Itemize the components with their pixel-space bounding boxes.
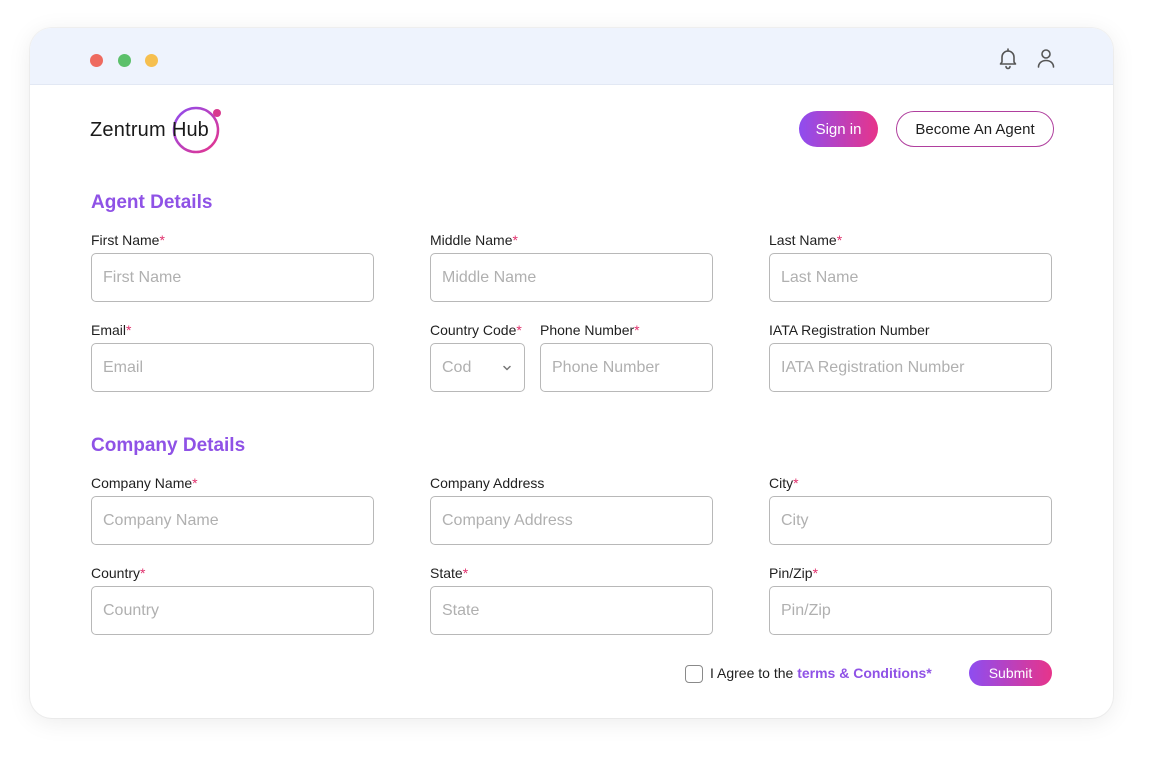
agent-details-heading: Agent Details (91, 192, 213, 213)
company-address-input[interactable] (430, 496, 713, 545)
company-address-label: Company Address (430, 475, 545, 491)
app-window: Zentrum Hub Sign in Become An Agent Agen… (30, 28, 1113, 718)
email-input[interactable] (91, 343, 374, 392)
chevron-down-icon (503, 365, 511, 371)
email-label: Email* (91, 322, 132, 338)
company-details-heading: Company Details (91, 435, 246, 456)
logo-sub-text: Hub (172, 119, 209, 141)
middle-name-input[interactable] (430, 253, 713, 302)
country-code-select[interactable]: Cod (430, 343, 525, 392)
phone-number-label: Phone Number* (540, 322, 640, 338)
middle-name-label: Middle Name* (430, 232, 518, 248)
logo: Zentrum Hub (90, 105, 230, 155)
last-name-input[interactable] (769, 253, 1052, 302)
agree-prefix: I Agree to the (710, 665, 794, 681)
first-name-label: First Name* (91, 232, 165, 248)
become-agent-button[interactable]: Become An Agent (896, 111, 1054, 147)
sign-in-button[interactable]: Sign in (799, 111, 878, 147)
first-name-input[interactable] (91, 253, 374, 302)
logo-text: Zentrum (90, 119, 166, 141)
country-label: Country* (91, 565, 146, 581)
terms-link[interactable]: terms & Conditions* (797, 665, 932, 681)
country-code-value: Cod (442, 359, 472, 376)
iata-label: IATA Registration Number (769, 322, 930, 338)
pin-zip-input[interactable] (769, 586, 1052, 635)
pin-zip-label: Pin/Zip* (769, 565, 819, 581)
agree-checkbox[interactable] (685, 665, 703, 683)
state-input[interactable] (430, 586, 713, 635)
last-name-label: Last Name* (769, 232, 843, 248)
state-label: State* (430, 565, 469, 581)
country-input[interactable] (91, 586, 374, 635)
iata-input[interactable] (769, 343, 1052, 392)
title-bar (30, 28, 1113, 85)
city-input[interactable] (769, 496, 1052, 545)
submit-button[interactable]: Submit (969, 660, 1052, 686)
city-label: City* (769, 475, 799, 491)
country-code-label: Country Code* (430, 322, 522, 338)
phone-number-input[interactable] (540, 343, 713, 392)
maximize-window-dot[interactable] (118, 54, 131, 67)
close-window-dot[interactable] (90, 54, 103, 67)
company-name-input[interactable] (91, 496, 374, 545)
minimize-window-dot[interactable] (145, 54, 158, 67)
user-icon[interactable] (1034, 46, 1058, 70)
company-name-label: Company Name* (91, 475, 198, 491)
agree-text: I Agree to the terms & Conditions* (710, 665, 932, 681)
bell-icon[interactable] (996, 46, 1020, 70)
